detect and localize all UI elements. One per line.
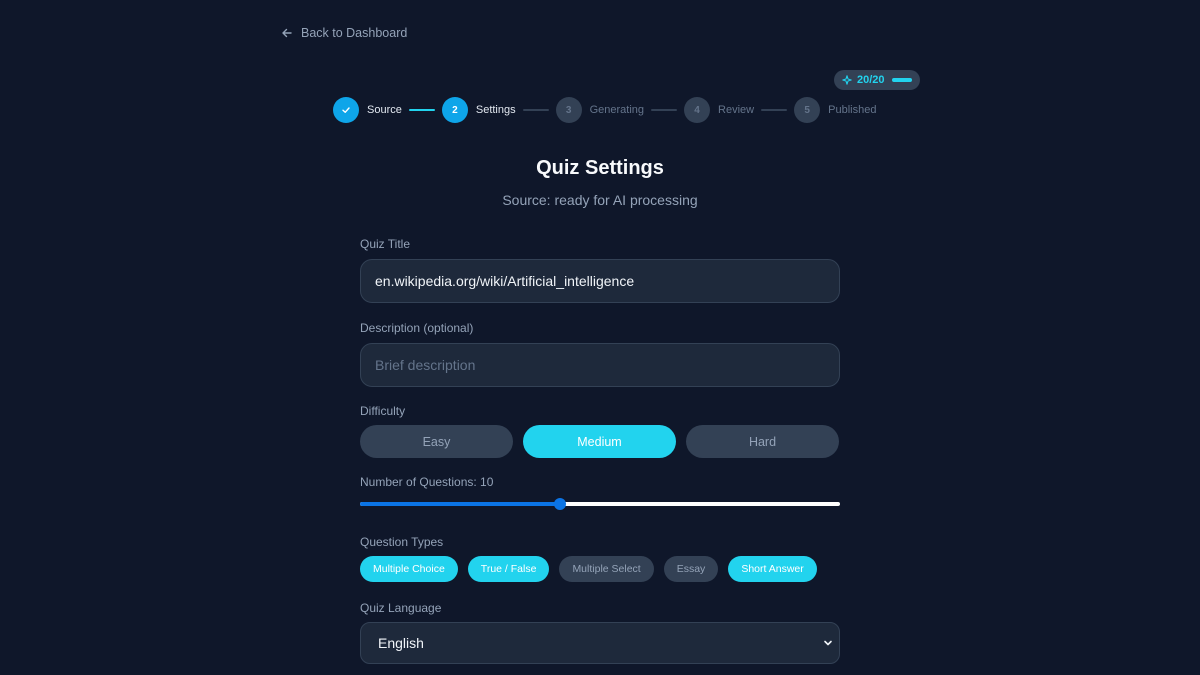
type-multiple-select-chip[interactable]: Multiple Select: [559, 556, 654, 582]
step-generating-label: Generating: [589, 104, 645, 116]
sparkle-icon: [842, 75, 852, 85]
question-count-slider[interactable]: [360, 498, 840, 510]
progress-stepper: Source 2 Settings 3 Generating 4 Review …: [333, 97, 876, 123]
step-review: 4 Review: [684, 97, 754, 123]
slider-fill: [360, 502, 560, 506]
difficulty-easy-button[interactable]: Easy: [360, 425, 513, 458]
back-to-dashboard-link[interactable]: Back to Dashboard: [281, 26, 407, 40]
step-generating-circle: 3: [555, 97, 582, 123]
type-true-false-chip[interactable]: True / False: [467, 556, 550, 582]
language-label: Quiz Language: [360, 601, 442, 615]
step-source: Source: [333, 97, 402, 123]
step-settings-circle: 2: [441, 97, 468, 123]
description-label: Description (optional): [360, 321, 474, 335]
language-select[interactable]: English: [360, 622, 840, 664]
step-review-label: Review: [718, 104, 755, 116]
credits-count: 20/20: [857, 74, 885, 86]
question-types-options: Multiple Choice True / False Multiple Se…: [360, 556, 840, 582]
difficulty-hard-button[interactable]: Hard: [686, 425, 839, 458]
chevron-down-icon: [824, 640, 832, 646]
step-connector: [522, 109, 549, 111]
slider-thumb[interactable]: [553, 498, 566, 510]
step-connector: [408, 109, 435, 111]
step-settings-label: Settings: [475, 104, 516, 116]
step-review-circle: 4: [684, 97, 711, 123]
step-generating: 3 Generating: [555, 97, 645, 123]
language-select-value: English: [378, 635, 424, 651]
type-multiple-choice-chip[interactable]: Multiple Choice: [360, 556, 458, 582]
step-settings: 2 Settings: [441, 97, 516, 123]
step-connector: [761, 109, 788, 111]
credits-bar: [891, 78, 912, 82]
step-connector: [651, 109, 678, 111]
question-types-label: Question Types: [360, 535, 444, 549]
arrow-left-icon: [282, 28, 292, 38]
quiz-title-label: Quiz Title: [360, 237, 411, 251]
step-published: 5 Published: [794, 97, 876, 123]
step-source-label: Source: [367, 104, 402, 116]
back-link-label: Back to Dashboard: [301, 26, 408, 40]
difficulty-label: Difficulty: [360, 404, 406, 418]
check-icon: [342, 107, 350, 113]
credits-badge: 20/20: [834, 70, 920, 90]
quiz-title-input[interactable]: [360, 259, 840, 303]
page-subtitle: Source: ready for AI processing: [502, 192, 698, 208]
page-title: Quiz Settings: [536, 157, 664, 179]
type-essay-chip[interactable]: Essay: [663, 556, 719, 582]
type-short-answer-chip[interactable]: Short Answer: [728, 556, 817, 582]
quiz-settings-form: Quiz Title Description (optional) Diffic…: [360, 237, 840, 664]
description-input[interactable]: [360, 343, 840, 387]
step-source-circle: [333, 97, 359, 123]
difficulty-medium-button[interactable]: Medium: [523, 425, 676, 458]
difficulty-options: Easy Medium Hard: [360, 425, 840, 458]
step-published-label: Published: [828, 104, 877, 116]
step-published-circle: 5: [794, 97, 821, 123]
question-count-label: Number of Questions: 10: [360, 475, 494, 489]
